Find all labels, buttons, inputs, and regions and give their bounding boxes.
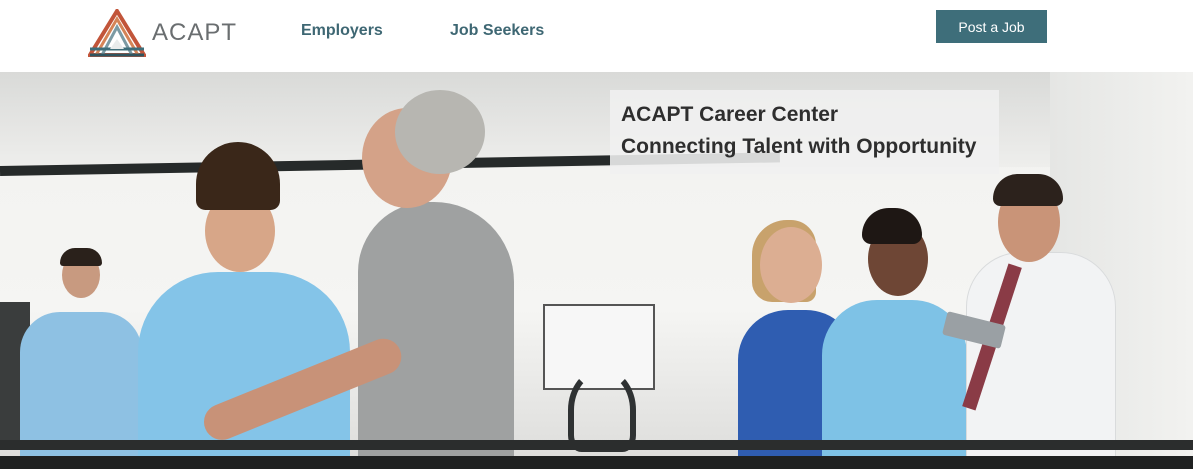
nav-link-employers[interactable]: Employers xyxy=(301,22,383,40)
hero-caption-box: ACAPT Career Center Connecting Talent wi… xyxy=(610,90,999,174)
hero-banner: ACAPT Career Center Connecting Talent wi… xyxy=(0,72,1193,469)
acapt-logo[interactable]: ACAPT xyxy=(88,9,238,59)
post-a-job-button[interactable]: Post a Job xyxy=(936,10,1047,43)
site-header: ACAPT Employers Job Seekers Post a Job xyxy=(0,0,1193,72)
acapt-logo-icon xyxy=(88,9,146,57)
hero-parallel-bars xyxy=(0,440,1193,469)
hero-title: ACAPT Career Center xyxy=(621,103,839,126)
hero-subtitle: Connecting Talent with Opportunity xyxy=(621,135,977,158)
hero-ceiling xyxy=(0,72,1193,167)
nav-link-job-seekers[interactable]: Job Seekers xyxy=(450,22,544,40)
logo-text: ACAPT xyxy=(152,19,238,46)
